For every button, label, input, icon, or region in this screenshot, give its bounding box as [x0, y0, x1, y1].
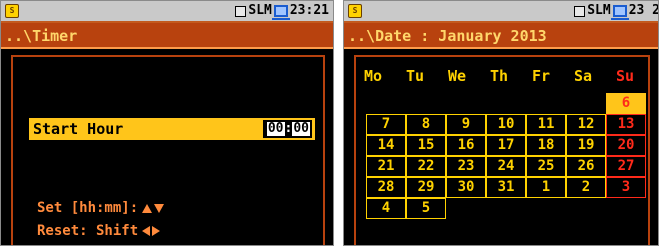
calendar-day-cell[interactable]: 27	[606, 156, 646, 177]
calendar-day-cell[interactable]: 13	[606, 114, 646, 135]
arrow-up-icon	[142, 203, 153, 213]
calendar-empty-cell	[366, 93, 406, 114]
calendar-week-row: 21 22 23 24 25 26 27	[366, 156, 646, 177]
minutes-value[interactable]: 00	[292, 122, 310, 136]
hint-reset: Reset: Shift	[37, 222, 161, 240]
start-hour-field[interactable]: 00 : 00	[262, 120, 312, 138]
calendar-empty-cell	[446, 93, 486, 114]
weekday-label: Th	[490, 67, 509, 85]
calendar-day-cell[interactable]: 10	[486, 114, 526, 135]
arrow-left-icon	[142, 226, 151, 236]
calendar-empty-cell	[566, 93, 606, 114]
calendar-day-cell[interactable]: 17	[486, 135, 526, 156]
weekday-label: Sa	[574, 67, 593, 85]
calendar-empty-cell	[566, 198, 606, 219]
content-frame	[11, 55, 325, 245]
calendar-day-cell[interactable]: 1	[526, 177, 566, 198]
weekday-label: Tu	[406, 67, 425, 85]
hint-reset-text: Reset: Shift	[37, 223, 139, 239]
hours-value[interactable]: 00	[264, 122, 285, 136]
mode-label: SLM	[248, 3, 272, 18]
calendar-day-cell[interactable]: 9	[446, 114, 486, 135]
mode-label: SLM	[587, 3, 611, 18]
calendar-grid: 6 7 8 9 10 11 12 13 14 15 16 17 18 19 20 21 22 23 24 25 26 27…	[366, 93, 646, 219]
calendar-day-cell[interactable]: 30	[446, 177, 486, 198]
calendar-empty-cell	[526, 93, 566, 114]
calendar-empty-cell	[486, 198, 526, 219]
calendar-day-cell[interactable]: 15	[406, 135, 446, 156]
weekday-label: Fr	[532, 67, 551, 85]
calendar-day-cell[interactable]: 26	[566, 156, 606, 177]
arrow-down-icon	[154, 203, 165, 213]
calendar-week-row: 7 8 9 10 11 12 13	[366, 114, 646, 135]
clock: 23 2	[628, 3, 659, 18]
start-hour-label: Start Hour	[33, 120, 124, 138]
logo-icon: S	[5, 4, 19, 18]
weekday-header: Mo Tu We Th Fr Sa Su	[364, 67, 658, 85]
calendar-day-cell[interactable]: 16	[446, 135, 486, 156]
calendar-day-cell[interactable]: 19	[566, 135, 606, 156]
calendar-day-cell[interactable]: 7	[366, 114, 406, 135]
calendar-day-cell[interactable]: 28	[366, 177, 406, 198]
calendar-empty-cell	[406, 93, 446, 114]
calendar-week-row: 14 15 16 17 18 19 20	[366, 135, 646, 156]
arrow-right-icon	[152, 226, 161, 236]
calendar-day-cell[interactable]: 24	[486, 156, 526, 177]
calendar-empty-cell	[486, 93, 526, 114]
calendar-day-cell[interactable]: 25	[526, 156, 566, 177]
clock: 23:21	[289, 3, 329, 18]
calendar-day-cell[interactable]: 5	[406, 198, 446, 219]
calendar-day-cell[interactable]: 22	[406, 156, 446, 177]
calendar-week-row: 6	[366, 93, 646, 114]
calendar-day-cell[interactable]: 8	[406, 114, 446, 135]
date-screen: S SLM 23 2 ..\Date : January 2013 Mo Tu We…	[343, 0, 659, 246]
path-title: ..\Date : January 2013	[344, 23, 658, 49]
calendar-day-cell[interactable]: 12	[566, 114, 606, 135]
weekday-label: Mo	[364, 67, 383, 85]
calendar-day-cell[interactable]: 23	[446, 156, 486, 177]
calendar-day-cell[interactable]: 21	[366, 156, 406, 177]
status-bar: S SLM 23:21	[1, 1, 333, 23]
status-right: SLM 23:21	[235, 1, 329, 21]
calendar-day-cell[interactable]: 31	[486, 177, 526, 198]
calendar-day-cell[interactable]: 2	[566, 177, 606, 198]
calendar-empty-cell	[606, 198, 646, 219]
weekday-label: Su	[616, 67, 635, 85]
calendar-day-cell[interactable]: 3	[606, 177, 646, 198]
calendar-empty-cell	[526, 198, 566, 219]
square-icon	[574, 5, 586, 17]
calendar-day-cell[interactable]: 14	[366, 135, 406, 156]
timer-screen: S SLM 23:21 ..\Timer Start Hour 00 : 00 …	[0, 0, 334, 246]
path-title: ..\Timer	[1, 23, 333, 49]
square-icon	[235, 5, 247, 17]
logo-icon: S	[348, 4, 362, 18]
hint-set: Set [hh:mm]:	[37, 199, 165, 217]
monitor-icon	[610, 5, 629, 20]
weekday-label: We	[448, 67, 467, 85]
status-right: SLM 23 2	[574, 1, 659, 21]
calendar-week-row: 28 29 30 31 1 2 3	[366, 177, 646, 198]
screenshot-wrap: S SLM 23:21 ..\Timer Start Hour 00 : 00 …	[0, 0, 659, 246]
hint-set-text: Set [hh:mm]:	[37, 200, 139, 216]
calendar-day-cell[interactable]: 6	[606, 93, 646, 114]
calendar-day-cell[interactable]: 11	[526, 114, 566, 135]
time-separator: :	[284, 121, 293, 136]
calendar-day-cell[interactable]: 20	[606, 135, 646, 156]
calendar-empty-cell	[446, 198, 486, 219]
calendar-day-cell[interactable]: 18	[526, 135, 566, 156]
calendar-week-row: 45	[366, 198, 646, 219]
start-hour-row[interactable]: Start Hour 00 : 00	[29, 118, 315, 140]
calendar-day-cell[interactable]: 4	[366, 198, 406, 219]
status-bar: S SLM 23 2	[344, 1, 658, 23]
monitor-icon	[271, 5, 290, 20]
calendar-day-cell[interactable]: 29	[406, 177, 446, 198]
